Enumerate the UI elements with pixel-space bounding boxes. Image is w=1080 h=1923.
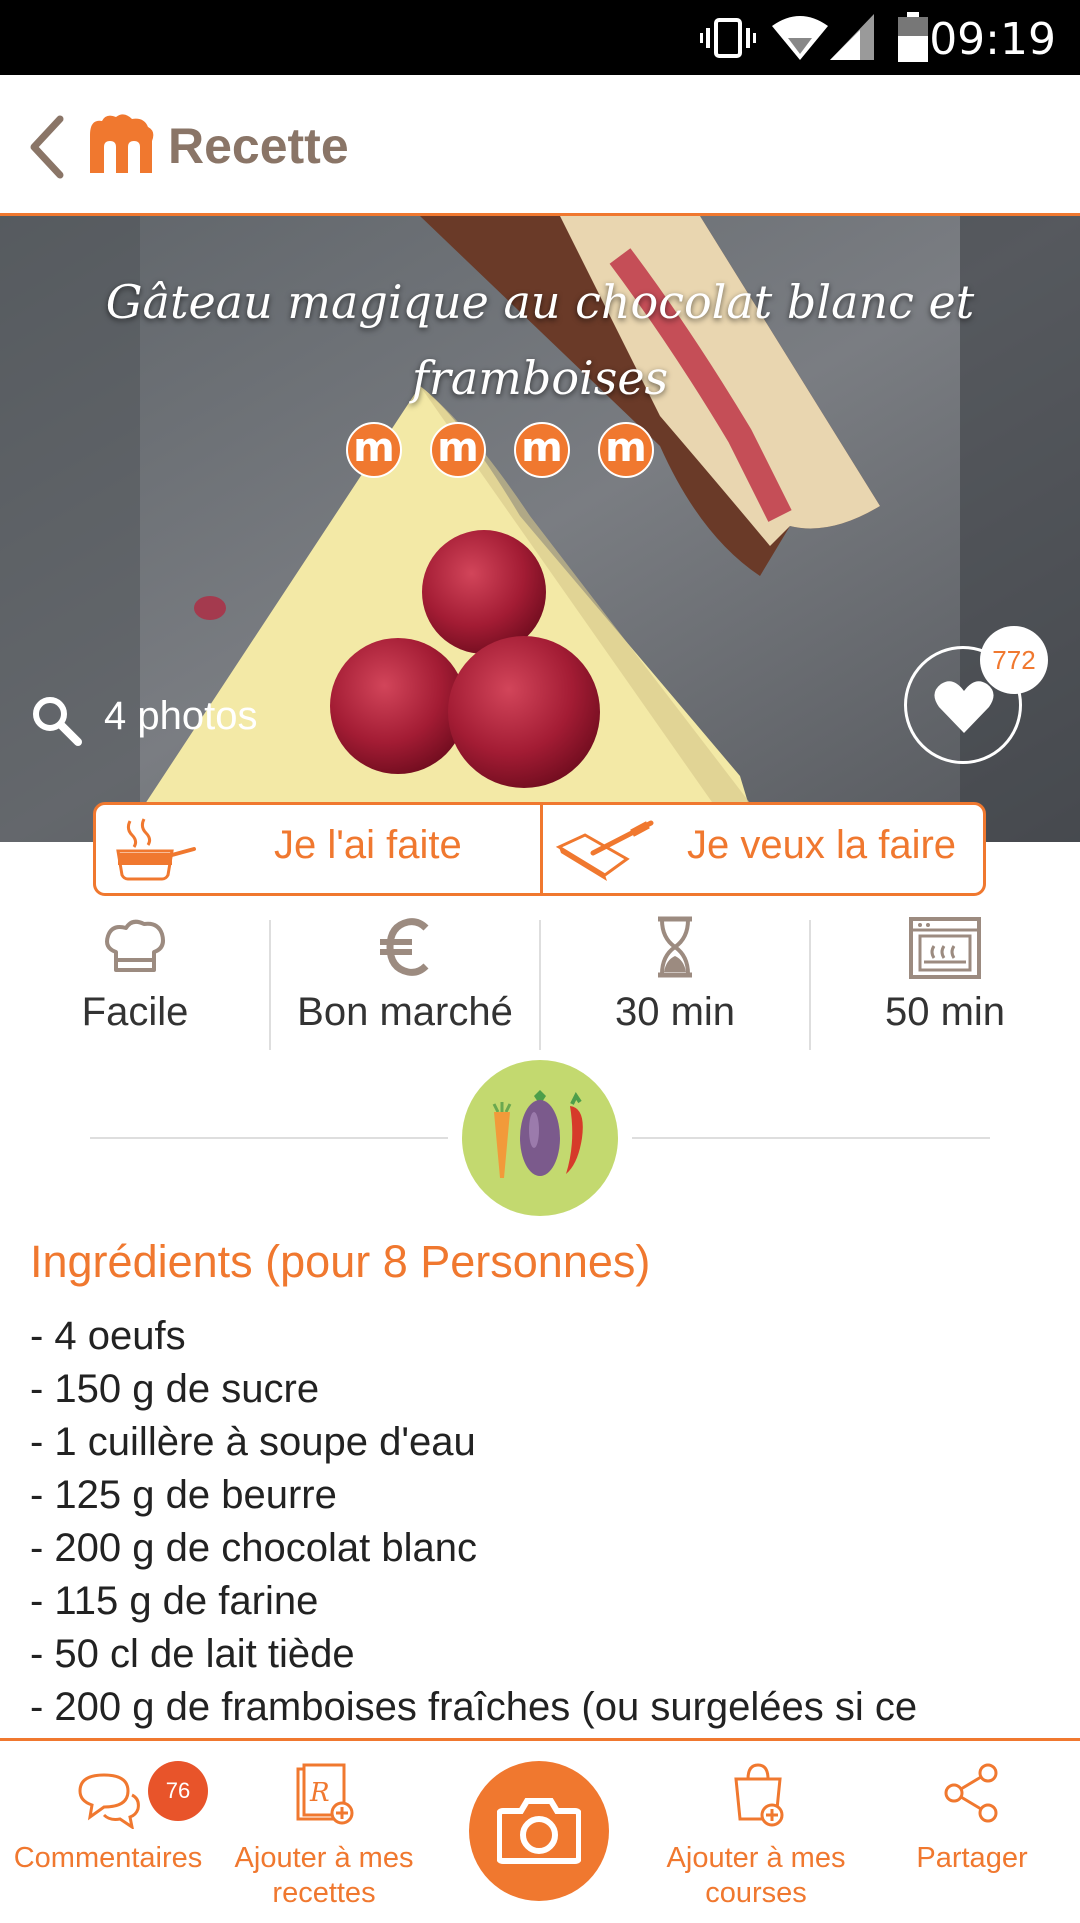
- share-label: Partager: [916, 1842, 1028, 1874]
- camera-icon: [497, 1798, 581, 1864]
- ingredient-item: - 50 cl de lait tiède: [30, 1632, 355, 1676]
- battery-icon: [898, 12, 928, 62]
- rating-m-icon: m: [598, 422, 654, 478]
- ingredient-item: - 1 cuillère à soupe d'eau: [30, 1420, 476, 1464]
- marmiton-logo-icon: [90, 114, 154, 173]
- camera-button[interactable]: [469, 1761, 609, 1901]
- cook-time-label: 50 min: [884, 990, 1006, 1034]
- chef-hat-icon: [105, 919, 165, 972]
- chevron-left-icon[interactable]: [26, 115, 66, 179]
- heart-icon: [934, 681, 994, 733]
- add-recipe-icon: R: [296, 1763, 354, 1825]
- add-to-recipes-label: Ajouter à mes recettes: [234, 1842, 414, 1909]
- wifi-icon: [772, 16, 828, 60]
- seasonal-vegetables-badge: [462, 1060, 618, 1216]
- prep-time-info: 30 min: [540, 912, 810, 1052]
- oven-icon: [909, 917, 981, 979]
- status-time: 09:19: [929, 14, 1056, 65]
- cost-label: Bon marché: [297, 990, 513, 1034]
- add-to-shopping-label: Ajouter à mes courses: [666, 1842, 846, 1909]
- difficulty-label: Facile: [81, 990, 189, 1034]
- made-it-button[interactable]: Je l'ai faite: [96, 805, 540, 893]
- ingredient-item: - 150 g de sucre: [30, 1367, 320, 1411]
- ingredient-item: - 4 oeufs: [30, 1314, 186, 1358]
- add-to-shopping-list-button[interactable]: Ajouter à mes courses: [648, 1741, 864, 1923]
- rating-m-icon: m: [514, 422, 570, 478]
- difficulty-info: Facile: [0, 912, 270, 1052]
- cook-time-info: 50 min: [810, 912, 1080, 1052]
- prep-time-label: 30 min: [614, 990, 736, 1034]
- ingredient-item: - 125 g de beurre: [30, 1473, 337, 1517]
- shopping-bag-icon: [734, 1763, 784, 1827]
- search-icon: [33, 697, 82, 746]
- ingredients-list: - 4 oeufs - 150 g de sucre - 1 cuillère …: [30, 1310, 1070, 1734]
- recipe-title: Gâteau magique au chocolat blanc et fram…: [105, 275, 975, 405]
- section-divider: [90, 1137, 448, 1139]
- comments-count-badge: 76: [148, 1761, 208, 1821]
- recipe-rating: m m m m: [340, 422, 740, 482]
- comments-label: Commentaires: [13, 1842, 203, 1874]
- ingredient-item: - 200 g de chocolat blanc: [30, 1526, 477, 1570]
- comments-icon: [78, 1773, 140, 1829]
- signal-icon: [830, 14, 874, 60]
- ingredient-item: - 115 g de farine: [30, 1579, 319, 1623]
- recipe-action-bar: Je l'ai faite Je veux la faire: [93, 802, 986, 896]
- page-title: Recette: [168, 118, 349, 174]
- vibrate-icon: [700, 18, 756, 58]
- cooking-pot-icon: [116, 818, 196, 881]
- recipe-hero-image[interactable]: Gâteau magique au chocolat blanc et fram…: [0, 216, 1080, 842]
- ingredient-item: - 200 g de framboises fraîches (ou surge…: [30, 1685, 918, 1729]
- bottom-action-bar: Commentaires 76 R Ajouter à mes recettes…: [0, 1738, 1080, 1920]
- cost-info: Bon marché: [270, 912, 540, 1052]
- made-it-label: Je l'ai faite: [274, 823, 462, 867]
- rating-m-icon: m: [430, 422, 486, 478]
- status-bar: 09:19: [0, 0, 1080, 75]
- rating-m-icon: m: [346, 422, 402, 478]
- photos-count-label: 4 photos: [104, 694, 258, 738]
- favorites-count-badge: 772: [980, 626, 1048, 694]
- share-icon: [944, 1763, 998, 1823]
- want-to-make-button[interactable]: Je veux la faire: [543, 805, 983, 893]
- hourglass-icon: [658, 916, 692, 978]
- share-button[interactable]: Partager: [864, 1741, 1080, 1923]
- ingredients-title: Ingrédients (pour 8 Personnes): [30, 1236, 651, 1287]
- euro-icon: [380, 918, 429, 976]
- add-to-recipes-button[interactable]: R Ajouter à mes recettes: [216, 1741, 432, 1923]
- cutting-board-icon: [555, 820, 654, 881]
- want-to-make-label: Je veux la faire: [687, 823, 957, 867]
- recipe-info-row: Facile Bon marché 30 min 50 min: [0, 912, 1080, 1052]
- svg-text:R: R: [309, 1778, 330, 1808]
- vegetables-icon: [492, 1090, 583, 1178]
- section-divider: [632, 1137, 990, 1139]
- app-bar: Recette: [0, 75, 1080, 216]
